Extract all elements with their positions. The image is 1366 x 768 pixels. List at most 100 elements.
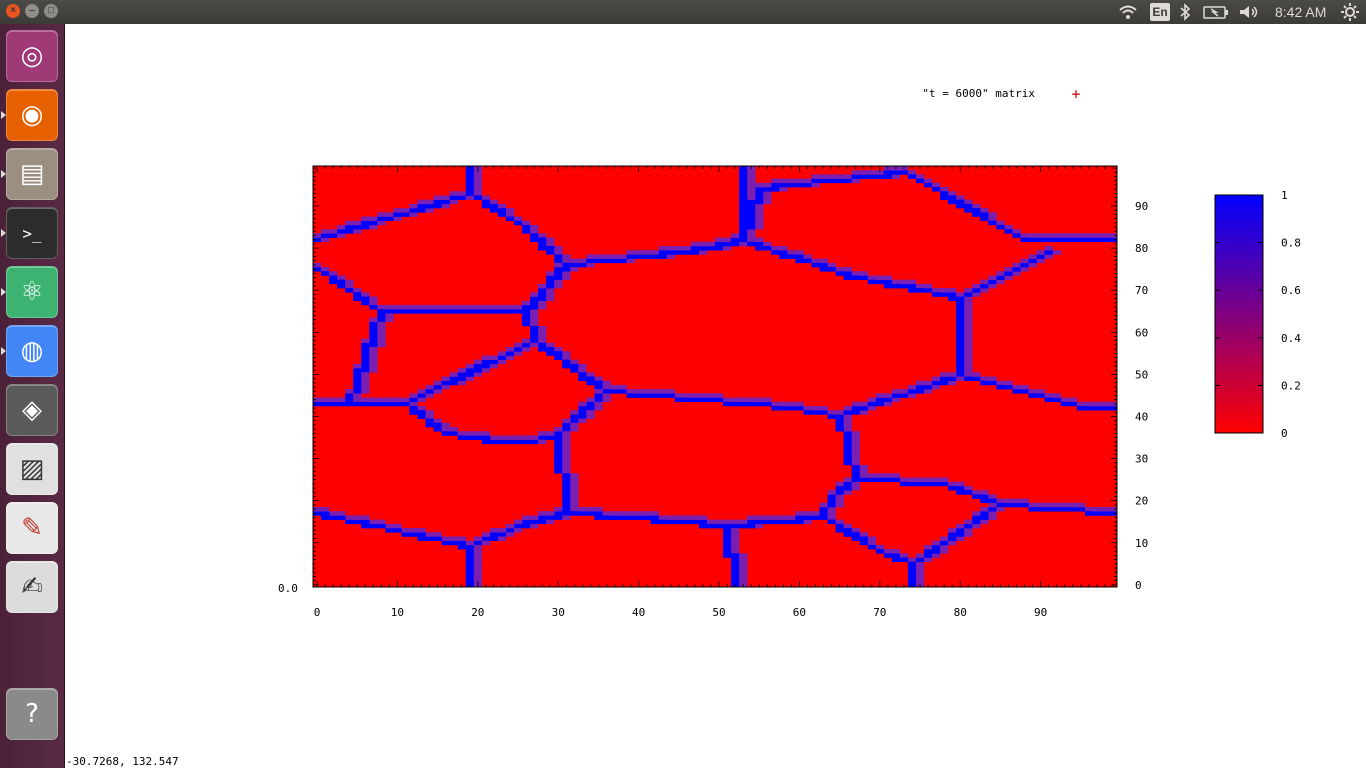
heatmap-cell [674, 250, 684, 255]
heatmap-cell [562, 477, 571, 483]
heatmap-cell [1036, 502, 1045, 508]
heatmap-cell [634, 389, 643, 394]
heatmap-cell [369, 519, 378, 525]
heatmap-cell [457, 372, 467, 377]
heatmap-cell [361, 523, 370, 529]
heatmap-cell [932, 292, 941, 297]
heatmap-cell [401, 212, 410, 217]
heatmap-cell [835, 502, 844, 508]
heatmap-cell [385, 309, 394, 314]
heatmap-cell [425, 309, 434, 314]
heatmap-cell [658, 254, 668, 259]
heatmap-cell [1100, 405, 1110, 411]
heatmap-cell [948, 536, 957, 541]
heatmap-cell [948, 296, 957, 302]
heatmap-cell [747, 241, 756, 247]
heatmap-cell [996, 220, 1005, 226]
heatmap-cell [409, 401, 418, 407]
heatmap-cell [1004, 380, 1013, 386]
heatmap-cell [835, 494, 844, 499]
y-tick-label: 60 [1135, 326, 1148, 339]
heatmap-cell [361, 342, 370, 348]
heatmap-cell [948, 528, 957, 533]
heatmap-cell [514, 528, 523, 533]
heatmap-cell [457, 304, 467, 310]
colorbar [1214, 194, 1264, 434]
heatmap-cell [538, 245, 547, 251]
heatmap-cell [594, 258, 603, 264]
heatmap-cell [1044, 250, 1053, 255]
heatmap-cell [980, 216, 989, 222]
heatmap-cell [337, 233, 346, 238]
heatmap-cell [835, 414, 844, 419]
heatmap-cell [1028, 502, 1037, 508]
heatmap-cell [562, 460, 571, 466]
heatmap-cell [369, 330, 378, 335]
heatmap-cell [530, 233, 539, 238]
heatmap-cell [457, 368, 467, 373]
heatmap-cell [964, 342, 973, 348]
heatmap-cell [578, 262, 587, 268]
y-tick-label: 10 [1135, 537, 1148, 550]
heatmap-cell [554, 443, 563, 449]
heatmap-cell [546, 351, 555, 356]
heatmap-cell [497, 439, 507, 445]
heatmap-cell [763, 199, 772, 205]
heatmap-cell [755, 216, 764, 222]
heatmap-cell [811, 511, 820, 516]
heatmap-cell [948, 292, 957, 297]
heatmap-cell [715, 393, 724, 398]
heatmap-cell [538, 325, 547, 331]
heatmap-cell [940, 195, 949, 200]
heatmap-cell [948, 372, 957, 377]
heatmap-cell [401, 528, 410, 533]
legend-marker: + [1071, 85, 1080, 103]
heatmap-cell [843, 178, 852, 184]
heatmap-cell [956, 342, 965, 348]
heatmap-cell [795, 511, 804, 516]
heatmap-cell [594, 511, 603, 516]
heatmap-cell [964, 355, 973, 360]
heatmap-cell [932, 540, 941, 546]
heatmap-cell [883, 283, 893, 289]
heatmap-cell [682, 245, 692, 251]
heatmap-cell [956, 313, 965, 318]
heatmap-cell [827, 174, 836, 179]
heatmap-cell [361, 300, 370, 306]
heatmap-cell [851, 271, 861, 276]
heatmap-cell [883, 401, 893, 407]
heatmap-cell [497, 208, 507, 213]
heatmap-cell [538, 439, 547, 445]
heatmap-cell [441, 422, 450, 428]
heatmap-cell [1028, 233, 1037, 238]
heatmap-cell [916, 288, 925, 293]
heatmap-cell [723, 245, 732, 251]
heatmap-cell [554, 460, 563, 466]
heatmap-cell [771, 250, 780, 255]
heatmap-cell [546, 237, 555, 243]
heatmap-cell [1012, 267, 1021, 272]
heatmap-cell [843, 174, 852, 179]
heatmap-cell [1012, 262, 1021, 268]
heatmap-cell [980, 515, 989, 520]
heatmap-cell [353, 296, 362, 302]
heatmap-cell [739, 241, 748, 247]
heatmap-cell [554, 427, 563, 432]
heatmap-cell [972, 292, 981, 297]
heatmap-cell [843, 410, 852, 415]
heatmap-cell [924, 553, 933, 558]
heatmap-cell [602, 258, 611, 264]
heatmap-cell [980, 208, 989, 213]
heatmap-cell [771, 405, 780, 411]
heatmap-cell [385, 313, 394, 318]
heatmap-cell [377, 342, 386, 348]
heatmap-cell [546, 288, 555, 293]
heatmap-cell [578, 405, 587, 411]
heatmap-cell [361, 351, 370, 356]
heatmap-cell [586, 401, 595, 407]
heatmap-cell [859, 271, 869, 276]
heatmap-cell [956, 330, 965, 335]
heatmap-cell [932, 182, 941, 188]
heatmap-cell [578, 363, 587, 369]
heatmap-cell [393, 523, 402, 529]
